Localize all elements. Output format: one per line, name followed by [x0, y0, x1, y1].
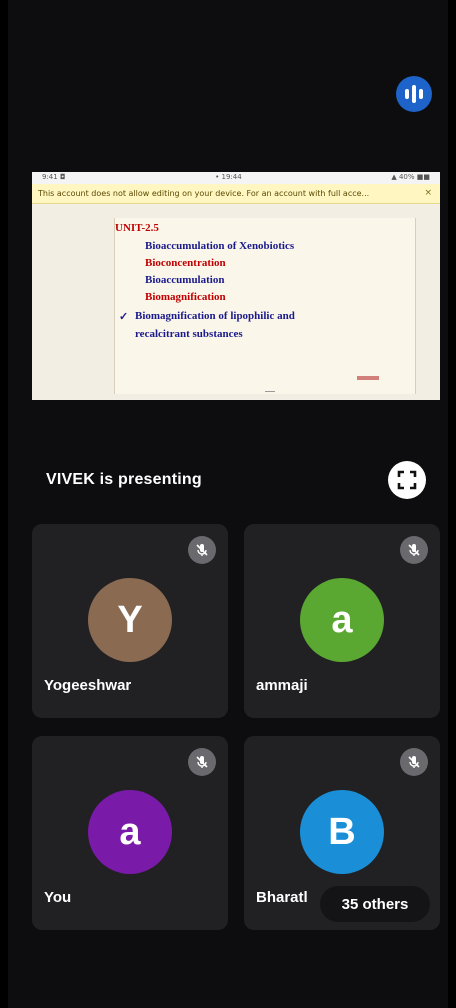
participant-tile[interactable]: a You	[32, 736, 228, 930]
shared-status-right: ▲ 40% ■■	[391, 173, 430, 181]
presenting-label: VIVEK is presenting	[46, 471, 202, 488]
avatar: a	[300, 578, 384, 662]
avatar: Y	[88, 578, 172, 662]
fullscreen-button[interactable]	[388, 461, 426, 499]
screen-share-view[interactable]: 9:41 ◘ • 19:44 ▲ 40% ■■ This account doe…	[32, 172, 440, 400]
participant-tile[interactable]: a ammaji	[244, 524, 440, 718]
shared-warning-banner: This account does not allow editing on y…	[32, 184, 440, 204]
shared-status-bar: 9:41 ◘ • 19:44 ▲ 40% ■■	[32, 172, 440, 184]
shared-banner-text: This account does not allow editing on y…	[38, 189, 370, 198]
shared-status-center: • 19:44	[215, 173, 242, 181]
slide-footer-mark	[357, 376, 379, 380]
participant-name: Bharatl	[256, 889, 308, 906]
participant-tile[interactable]: Y Yogeeshwar	[32, 524, 228, 718]
slide-item: Bioaccumulation	[145, 274, 225, 286]
slide-item: Biomagnification	[145, 291, 226, 303]
slide-item: Biomagnification of lipophilic and	[135, 310, 295, 322]
slide-unit-title: UNIT-2.5	[115, 222, 159, 234]
slide-item: Bioconcentration	[145, 257, 226, 269]
participant-name: Yogeeshwar	[44, 677, 132, 694]
fullscreen-icon	[397, 470, 417, 490]
avatar: a	[88, 790, 172, 874]
slide-area: UNIT-2.5 Bioaccumulation of Xenobiotics …	[32, 204, 440, 400]
slide-item: Bioaccumulation of Xenobiotics	[145, 240, 295, 252]
shared-status-left: 9:41 ◘	[42, 173, 66, 181]
slide-item: recalcitrant substances	[135, 328, 243, 340]
slide-divider	[265, 391, 275, 392]
shared-banner-close-icon: ×	[424, 188, 432, 198]
slide-check-icon: ✓	[119, 311, 129, 323]
mic-off-icon	[188, 536, 216, 564]
mic-off-icon	[188, 748, 216, 776]
mic-off-icon	[400, 536, 428, 564]
audio-level-icon	[405, 85, 423, 103]
presentation-slide: UNIT-2.5 Bioaccumulation of Xenobiotics …	[114, 218, 416, 394]
audio-level-button[interactable]	[396, 76, 432, 112]
others-count-badge[interactable]: 35 others	[320, 886, 430, 922]
avatar: B	[300, 790, 384, 874]
participant-name: You	[44, 889, 72, 906]
mic-off-icon	[400, 748, 428, 776]
meeting-screen: 9:41 ◘ • 19:44 ▲ 40% ■■ This account doe…	[6, 0, 450, 1008]
participant-name: ammaji	[256, 677, 308, 694]
